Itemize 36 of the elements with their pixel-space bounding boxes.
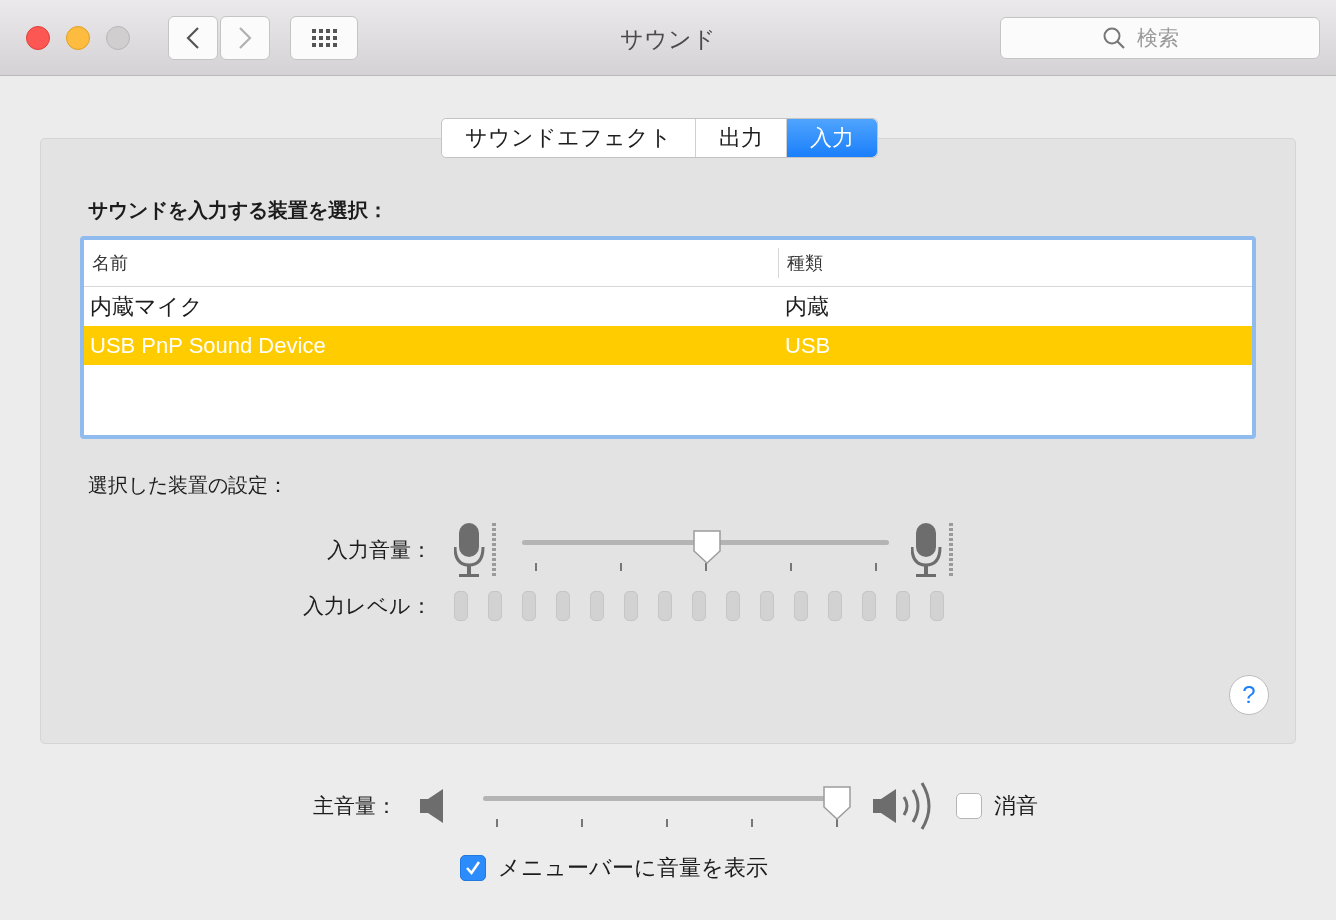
checkmark-icon <box>464 859 482 877</box>
field-label: 主音量： <box>312 793 397 819</box>
column-header[interactable]: 種類 <box>779 251 823 275</box>
device-table[interactable]: 名前 種類 内蔵マイク 内蔵 USB PnP Sound Device USB <box>80 236 1256 439</box>
search-field[interactable]: 検索 <box>1000 16 1320 59</box>
column-header[interactable]: 名前 <box>84 248 779 278</box>
grid-icon <box>311 28 337 47</box>
section-heading: サウンドを入力する装置を選択： <box>88 198 388 223</box>
tab[interactable]: サウンドエフェクト <box>442 119 696 157</box>
chevron-right-icon <box>238 25 252 50</box>
output-volume-slider[interactable] <box>483 785 850 827</box>
checkbox[interactable] <box>460 855 486 881</box>
slider-thumb[interactable] <box>822 785 852 821</box>
table-cell-text: 内蔵 <box>785 292 829 321</box>
help-button[interactable]: ? <box>1229 675 1269 715</box>
back-button[interactable] <box>168 15 218 60</box>
search-icon <box>1102 25 1126 50</box>
checkbox[interactable] <box>956 793 982 819</box>
table-cell: USB <box>785 332 831 359</box>
table-cell-text: USB PnP Sound Device <box>89 332 327 359</box>
section-heading: 選択した装置の設定： <box>88 473 288 498</box>
zoom-button[interactable] <box>106 25 130 50</box>
show-all-button[interactable] <box>290 15 358 60</box>
input-volume-slider[interactable] <box>522 529 889 571</box>
field-label: 入力音量： <box>326 537 432 563</box>
speaker-icon <box>419 788 445 824</box>
field-label: 入力レベル： <box>302 593 432 619</box>
window-title: サウンド <box>619 25 717 54</box>
checkbox-label: メニューバーに音量を表示 <box>498 854 768 882</box>
chevron-left-icon <box>186 25 200 50</box>
slider-thumb[interactable] <box>691 529 722 565</box>
checkbox-label: 消音 <box>994 792 1038 820</box>
table-row[interactable]: 内蔵マイク 内蔵 <box>84 287 1252 326</box>
table-cell-text: 内蔵マイク <box>89 292 204 321</box>
close-button[interactable] <box>26 25 50 50</box>
minimize-button[interactable] <box>66 25 90 50</box>
